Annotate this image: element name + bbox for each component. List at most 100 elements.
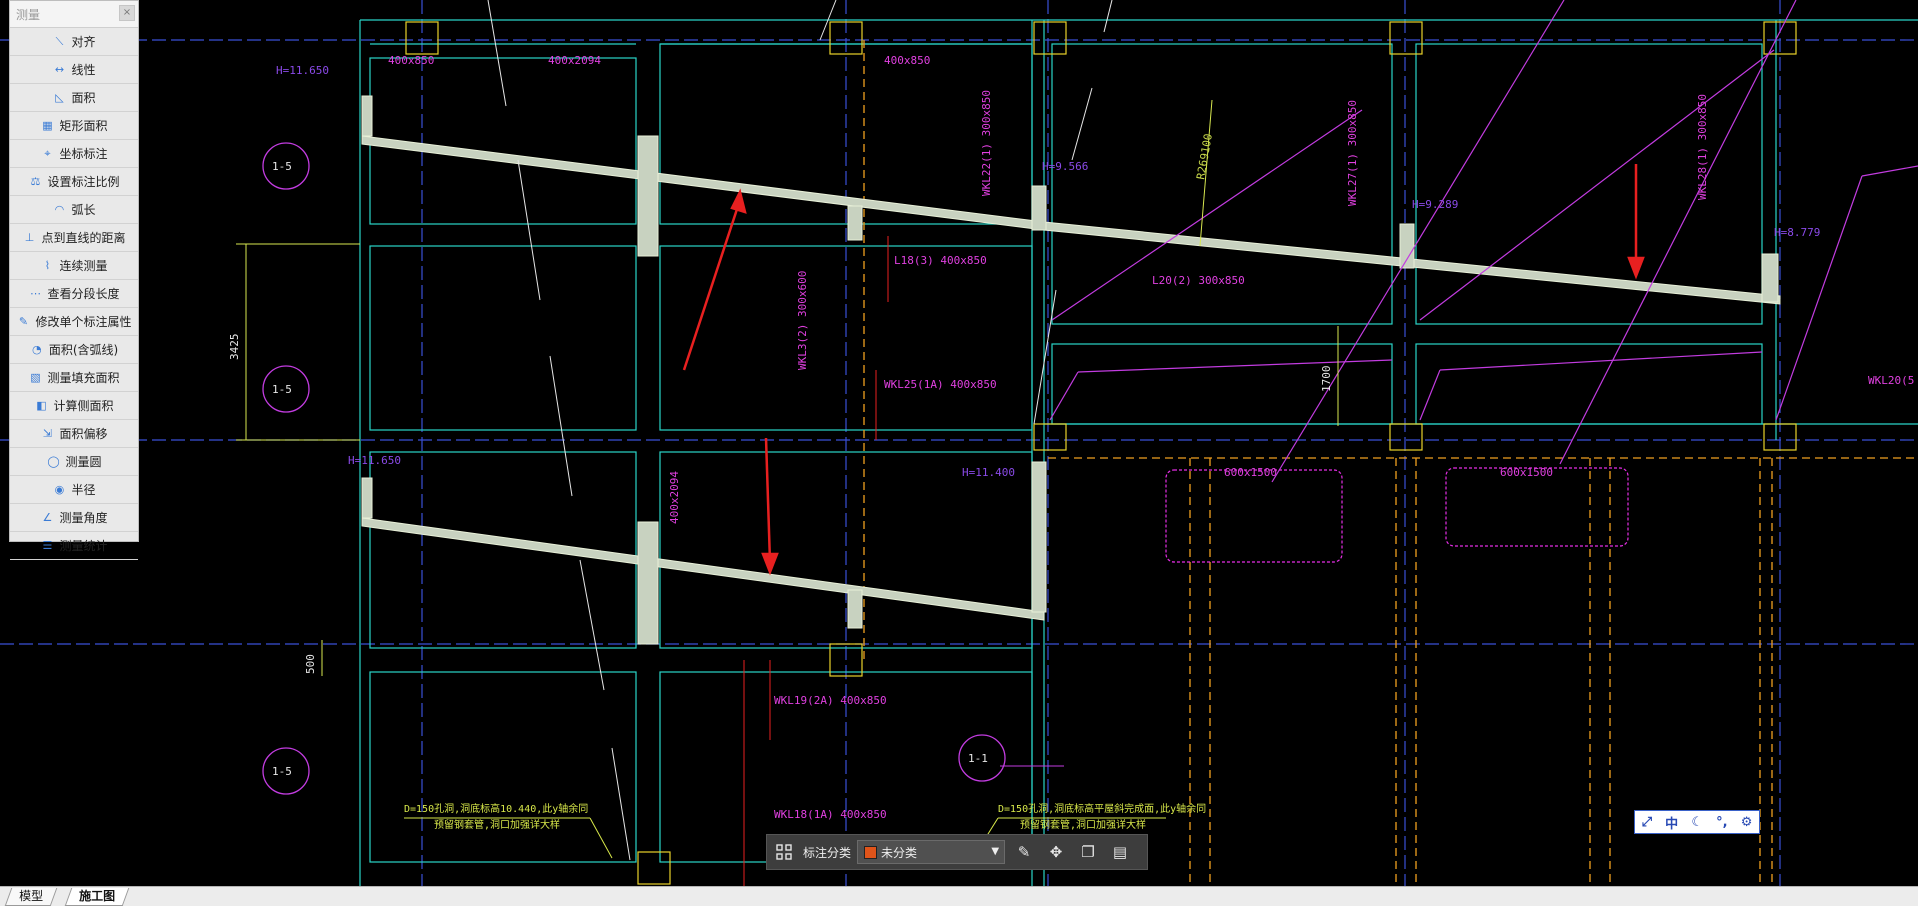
- measure-tool-item[interactable]: ◯ 测量圆: [10, 448, 138, 476]
- measure-tool-label: 测量统计: [59, 539, 108, 553]
- measure-tool-item[interactable]: ◔ 面积(含弧线): [10, 336, 138, 364]
- annotation-toolbar: 标注分类 未分类 ▼ ✎ ✥ ❐ ▤: [766, 834, 1148, 870]
- measure-tool-item[interactable]: ⟍ 对齐: [10, 28, 138, 56]
- measure-tool-label: 矩形面积: [59, 119, 108, 133]
- punctuation-icon[interactable]: °,: [1716, 815, 1727, 830]
- scale-icon: ⚖: [30, 174, 41, 188]
- offset-icon: ⇲: [42, 426, 53, 440]
- ime-toolbar: ⤢ 中 ☾ °, ⚙: [1634, 810, 1760, 834]
- measure-tool-label: 连续测量: [59, 259, 108, 273]
- gear-icon[interactable]: ⚙: [1741, 815, 1753, 830]
- segment-icon: ⋯: [29, 286, 41, 300]
- copy-icon[interactable]: ❐: [1075, 839, 1101, 865]
- measure-tool-label: 线性: [71, 63, 96, 77]
- dimension-label: 1700: [1320, 366, 1333, 393]
- beam-label: L18(3) 400x850: [894, 254, 987, 267]
- moon-icon[interactable]: ☾: [1691, 815, 1703, 830]
- category-select[interactable]: 未分类 ▼: [857, 840, 1006, 864]
- rect-area-icon: ▦: [42, 118, 53, 132]
- size-label: 400x850: [884, 54, 930, 67]
- beam-label: WKL18(1A) 400x850: [774, 808, 887, 821]
- measure-tool-item[interactable]: ▦ 矩形面积: [10, 112, 138, 140]
- measure-tool-item[interactable]: ◠ 弧长: [10, 196, 138, 224]
- tab-label: 模型: [19, 889, 44, 903]
- tool-list: ⟍ 对齐 ↔ 线性 ◺ 面积 ▦ 矩形面积 ⌖ 坐标标注 ⚖ 设置标注比例 ◠ 弧长 ⊥ 点到直线的距离 ⌇ 连续…: [10, 28, 138, 560]
- edit-icon[interactable]: ✎: [1011, 839, 1037, 865]
- elev-label: H=11.650: [348, 454, 401, 467]
- measure-tool-item[interactable]: ✎ 修改单个标注属性: [10, 308, 138, 336]
- panel-title: 测量: [16, 8, 41, 22]
- measure-tool-item[interactable]: ☰ 测量统计: [10, 532, 138, 560]
- size-label: 600x1500: [1224, 466, 1277, 479]
- beam-label: WKL3(2) 300x600: [796, 271, 809, 370]
- layout-tab-bar: 模型 施工图: [0, 886, 1918, 906]
- close-icon[interactable]: ×: [119, 5, 135, 21]
- edit-dim-icon: ✎: [18, 314, 29, 328]
- measure-tool-label: 点到直线的距离: [41, 231, 126, 245]
- section-marks: [262, 142, 1006, 795]
- elev-label: H=8.779: [1774, 226, 1820, 239]
- note-text: 预留钢套管,洞口加强详大样: [1020, 818, 1146, 831]
- sloped-beams: [361, 95, 1781, 645]
- measure-tool-label: 面积偏移: [59, 427, 108, 441]
- ime-mode-button[interactable]: 中: [1665, 813, 1678, 832]
- measure-tool-item[interactable]: ⇲ 面积偏移: [10, 420, 138, 448]
- note-text: D=150孔洞,洞底标高10.440,此y轴余同: [404, 802, 588, 815]
- beam-label: WKL22(1) 300x850: [980, 90, 993, 196]
- category-color-swatch: [864, 845, 878, 859]
- annotation-arrows: [682, 164, 1645, 576]
- measure-tool-item[interactable]: ⌇ 连续测量: [10, 252, 138, 280]
- measure-tool-item[interactable]: ⋯ 查看分段长度: [10, 280, 138, 308]
- chevron-down-icon: ▼: [991, 846, 1000, 857]
- beam-label: WKL27(1) 300x850: [1346, 100, 1359, 206]
- measure-panel: 测量 × ⟍ 对齐 ↔ 线性 ◺ 面积 ▦ 矩形面积 ⌖ 坐标标注 ⚖ 设置标注比例 ◠ 弧长 ⊥ 点到直线的…: [9, 0, 139, 560]
- measure-tool-item[interactable]: ⊥ 点到直线的距离: [10, 224, 138, 252]
- ime-switch-icon[interactable]: ⤢: [1642, 815, 1652, 830]
- fill-area-icon: ▧: [30, 370, 41, 384]
- tab-label: 施工图: [79, 889, 116, 903]
- measure-tool-item[interactable]: ◉ 半径: [10, 476, 138, 504]
- arc-icon: ◠: [54, 202, 65, 216]
- dashed-beams: [863, 40, 1918, 886]
- tab-construction-drawing[interactable]: 施工图: [64, 888, 130, 906]
- size-label: 600x1500: [1500, 466, 1553, 479]
- measure-tool-label: 修改单个标注属性: [35, 315, 132, 329]
- beam-label: WKL25(1A) 400x850: [884, 378, 997, 391]
- dimension-label: 500: [304, 654, 317, 674]
- stats-icon: ☰: [42, 538, 53, 552]
- continuous-icon: ⌇: [44, 258, 51, 272]
- elev-label: H=9.566: [1042, 160, 1088, 173]
- measure-tool-label: 面积: [71, 91, 96, 105]
- measure-tool-label: 面积(含弧线): [48, 343, 119, 357]
- cad-drawing-canvas[interactable]: H=11.650 H=11.650 H=11.400 H=9.566 H=9.2…: [0, 0, 1918, 886]
- paste-icon[interactable]: ▤: [1107, 839, 1133, 865]
- measure-tool-label: 测量角度: [59, 511, 108, 525]
- tab-model[interactable]: 模型: [4, 888, 58, 906]
- measure-tool-item[interactable]: ⌖ 坐标标注: [10, 140, 138, 168]
- move-icon[interactable]: ✥: [1043, 839, 1069, 865]
- measure-tool-label: 半径: [71, 483, 96, 497]
- measure-tool-item[interactable]: ◺ 面积: [10, 84, 138, 112]
- section-label: 1-1: [968, 752, 988, 765]
- measure-tool-item[interactable]: ↔ 线性: [10, 56, 138, 84]
- measure-tool-item[interactable]: ∠ 测量角度: [10, 504, 138, 532]
- size-label: 400x2094: [548, 54, 601, 67]
- coordinate-icon: ⌖: [44, 146, 51, 160]
- measure-tool-label: 测量填充面积: [47, 371, 120, 385]
- measure-tool-label: 坐标标注: [59, 147, 108, 161]
- measure-tool-label: 计算侧面积: [53, 399, 114, 413]
- measure-tool-item[interactable]: ⚖ 设置标注比例: [10, 168, 138, 196]
- point-line-icon: ⊥: [24, 230, 35, 244]
- beam-label: L20(2) 300x850: [1152, 274, 1245, 287]
- size-label: 400x2094: [668, 471, 681, 524]
- dimension-label: 3425: [228, 334, 241, 361]
- annotation-category-label: 标注分类: [803, 845, 852, 860]
- measure-tool-item[interactable]: ▧ 测量填充面积: [10, 364, 138, 392]
- align-icon: ⟍: [55, 34, 64, 48]
- area-icon: ◺: [55, 90, 64, 104]
- grid-icon[interactable]: [771, 839, 797, 865]
- measure-tool-label: 弧长: [71, 203, 96, 217]
- measure-tool-item[interactable]: ◧ 计算侧面积: [10, 392, 138, 420]
- linear-icon: ↔: [54, 62, 65, 76]
- section-label: 1-5: [272, 383, 292, 396]
